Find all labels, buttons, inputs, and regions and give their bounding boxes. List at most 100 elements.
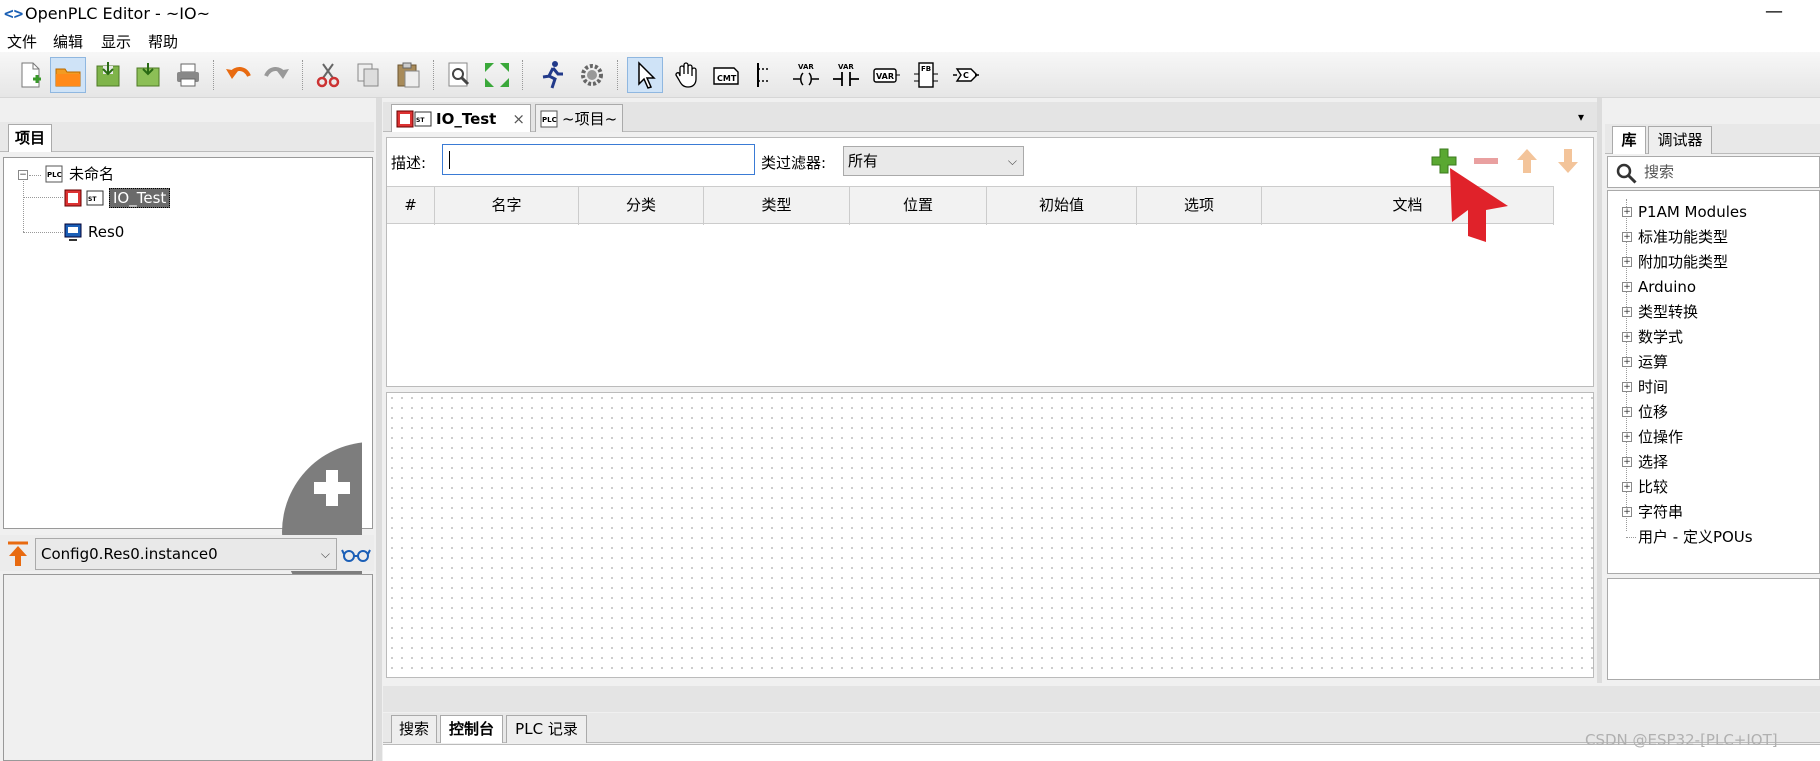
menu-help[interactable]: 帮助 bbox=[148, 31, 178, 52]
class-filter-value: 所有 bbox=[848, 152, 879, 170]
expand-icon[interactable]: + bbox=[1622, 307, 1632, 317]
col-header-option[interactable]: 选项 bbox=[1137, 187, 1262, 225]
tab-search[interactable]: 搜索 bbox=[391, 715, 437, 743]
instance-select[interactable]: Config0.Res0.instance0 ⌵ bbox=[35, 538, 337, 570]
library-item[interactable]: 附加功能类型 bbox=[1638, 251, 1728, 273]
connector-icon[interactable]: C bbox=[948, 57, 984, 93]
col-header-documentation[interactable]: 文档 bbox=[1262, 187, 1554, 225]
class-filter-label: 类过滤器: bbox=[761, 154, 827, 172]
chevron-down-icon: ⌵ bbox=[1007, 154, 1017, 168]
col-header-name[interactable]: 名字 bbox=[435, 187, 579, 225]
menu-edit[interactable]: 编辑 bbox=[53, 31, 83, 52]
svg-text:ST: ST bbox=[88, 196, 97, 203]
save-as-icon[interactable] bbox=[130, 57, 166, 93]
variable-icon[interactable]: VAR bbox=[868, 57, 904, 93]
toolbar: CMT VAR VAR VAR FB C bbox=[0, 52, 1820, 98]
expand-icon[interactable]: + bbox=[1622, 482, 1632, 492]
expand-icon[interactable]: + bbox=[1622, 207, 1632, 217]
pointer-icon[interactable] bbox=[627, 57, 663, 93]
close-icon[interactable]: × bbox=[512, 106, 525, 132]
description-input[interactable] bbox=[442, 144, 755, 175]
expand-icon[interactable]: + bbox=[1622, 332, 1632, 342]
redo-icon[interactable] bbox=[259, 57, 295, 93]
expand-icon[interactable]: + bbox=[1622, 382, 1632, 392]
library-item[interactable]: 时间 bbox=[1638, 376, 1668, 398]
tab-io-test[interactable]: ST IO_Test × bbox=[391, 104, 531, 132]
fullscreen-icon[interactable] bbox=[479, 57, 515, 93]
library-item[interactable]: 比较 bbox=[1638, 476, 1668, 498]
tree-item-res0[interactable]: Res0 bbox=[88, 221, 124, 243]
cut-icon[interactable] bbox=[310, 57, 346, 93]
library-item[interactable]: 类型转换 bbox=[1638, 301, 1698, 323]
library-search-input[interactable]: 搜索 bbox=[1607, 156, 1820, 188]
expand-icon[interactable]: + bbox=[1622, 257, 1632, 267]
expand-icon[interactable]: + bbox=[1622, 282, 1632, 292]
class-filter-select[interactable]: 所有 ⌵ bbox=[843, 146, 1024, 176]
bottom-splitter[interactable] bbox=[383, 686, 1820, 712]
left-splitter[interactable] bbox=[376, 98, 382, 761]
debug-glasses-icon[interactable] bbox=[341, 544, 371, 564]
plus-icon bbox=[312, 468, 352, 508]
paste-icon[interactable] bbox=[390, 57, 426, 93]
hand-icon[interactable] bbox=[668, 57, 704, 93]
graphic-canvas[interactable] bbox=[386, 392, 1594, 678]
tab-project-doc[interactable]: PLC ~项目~ bbox=[535, 104, 623, 132]
collapse-icon[interactable]: − bbox=[18, 170, 28, 180]
find-icon[interactable] bbox=[441, 57, 477, 93]
resource-icon bbox=[64, 223, 82, 241]
new-file-icon[interactable] bbox=[12, 57, 48, 93]
tab-debugger[interactable]: 调试器 bbox=[1648, 126, 1712, 154]
tab-project[interactable]: 项目 bbox=[8, 124, 52, 152]
menu-file[interactable]: 文件 bbox=[7, 31, 37, 52]
col-header-initial-value[interactable]: 初始值 bbox=[987, 187, 1137, 225]
expand-icon[interactable]: + bbox=[1622, 432, 1632, 442]
library-tree: + P1AM Modules + 标准功能类型 + 附加功能类型 + Ardui… bbox=[1607, 190, 1820, 574]
expand-icon[interactable]: + bbox=[1622, 407, 1632, 417]
expand-icon[interactable]: + bbox=[1622, 232, 1632, 242]
expand-icon[interactable]: + bbox=[1622, 357, 1632, 367]
library-item[interactable]: 位移 bbox=[1638, 401, 1668, 423]
col-header-class[interactable]: 分类 bbox=[579, 187, 704, 225]
svg-text:CMT: CMT bbox=[717, 74, 737, 83]
library-item[interactable]: 字符串 bbox=[1638, 501, 1683, 523]
comment-icon[interactable]: CMT bbox=[708, 57, 744, 93]
undo-icon[interactable] bbox=[220, 57, 256, 93]
minimize-button[interactable]: — bbox=[1754, 0, 1794, 28]
menu-view[interactable]: 显示 bbox=[101, 31, 131, 52]
tab-plc-log[interactable]: PLC 记录 bbox=[506, 715, 587, 743]
library-item[interactable]: P1AM Modules bbox=[1638, 201, 1747, 223]
move-up-button[interactable] bbox=[1512, 146, 1542, 176]
col-header-location[interactable]: 位置 bbox=[850, 187, 987, 225]
move-down-button[interactable] bbox=[1553, 146, 1583, 176]
expand-icon[interactable]: + bbox=[1622, 457, 1632, 467]
print-icon[interactable] bbox=[170, 57, 206, 93]
library-item[interactable]: 选择 bbox=[1638, 451, 1668, 473]
col-header-index[interactable]: # bbox=[387, 187, 435, 225]
save-icon[interactable] bbox=[90, 57, 126, 93]
power-rail-icon[interactable] bbox=[748, 57, 784, 93]
library-item[interactable]: 用户 - 定义POUs bbox=[1638, 526, 1753, 548]
upload-icon[interactable] bbox=[5, 540, 31, 568]
tab-console[interactable]: 控制台 bbox=[440, 715, 503, 743]
instance-select-value: Config0.Res0.instance0 bbox=[41, 545, 218, 563]
copy-icon[interactable] bbox=[350, 57, 386, 93]
tab-library[interactable]: 库 bbox=[1612, 126, 1646, 154]
run-icon[interactable] bbox=[535, 57, 571, 93]
settings-icon[interactable] bbox=[574, 57, 610, 93]
project-tabs-strip bbox=[0, 122, 374, 152]
library-item[interactable]: 位操作 bbox=[1638, 426, 1683, 448]
library-item[interactable]: Arduino bbox=[1638, 276, 1696, 298]
library-item[interactable]: 运算 bbox=[1638, 351, 1668, 373]
function-block-icon[interactable]: FB bbox=[908, 57, 944, 93]
tabs-menu-button[interactable]: ▾ bbox=[1578, 110, 1584, 124]
library-item[interactable]: 标准功能类型 bbox=[1638, 226, 1728, 248]
open-folder-icon[interactable] bbox=[50, 57, 86, 93]
contact-icon[interactable]: VAR bbox=[828, 57, 864, 93]
tree-item-io-test[interactable]: IO_Test bbox=[109, 188, 171, 208]
tree-item-project[interactable]: 未命名 bbox=[69, 163, 114, 185]
svg-text:VAR: VAR bbox=[838, 63, 854, 71]
expand-icon[interactable]: + bbox=[1622, 507, 1632, 517]
coil-icon[interactable]: VAR bbox=[788, 57, 824, 93]
library-item[interactable]: 数学式 bbox=[1638, 326, 1683, 348]
col-header-type[interactable]: 类型 bbox=[704, 187, 850, 225]
